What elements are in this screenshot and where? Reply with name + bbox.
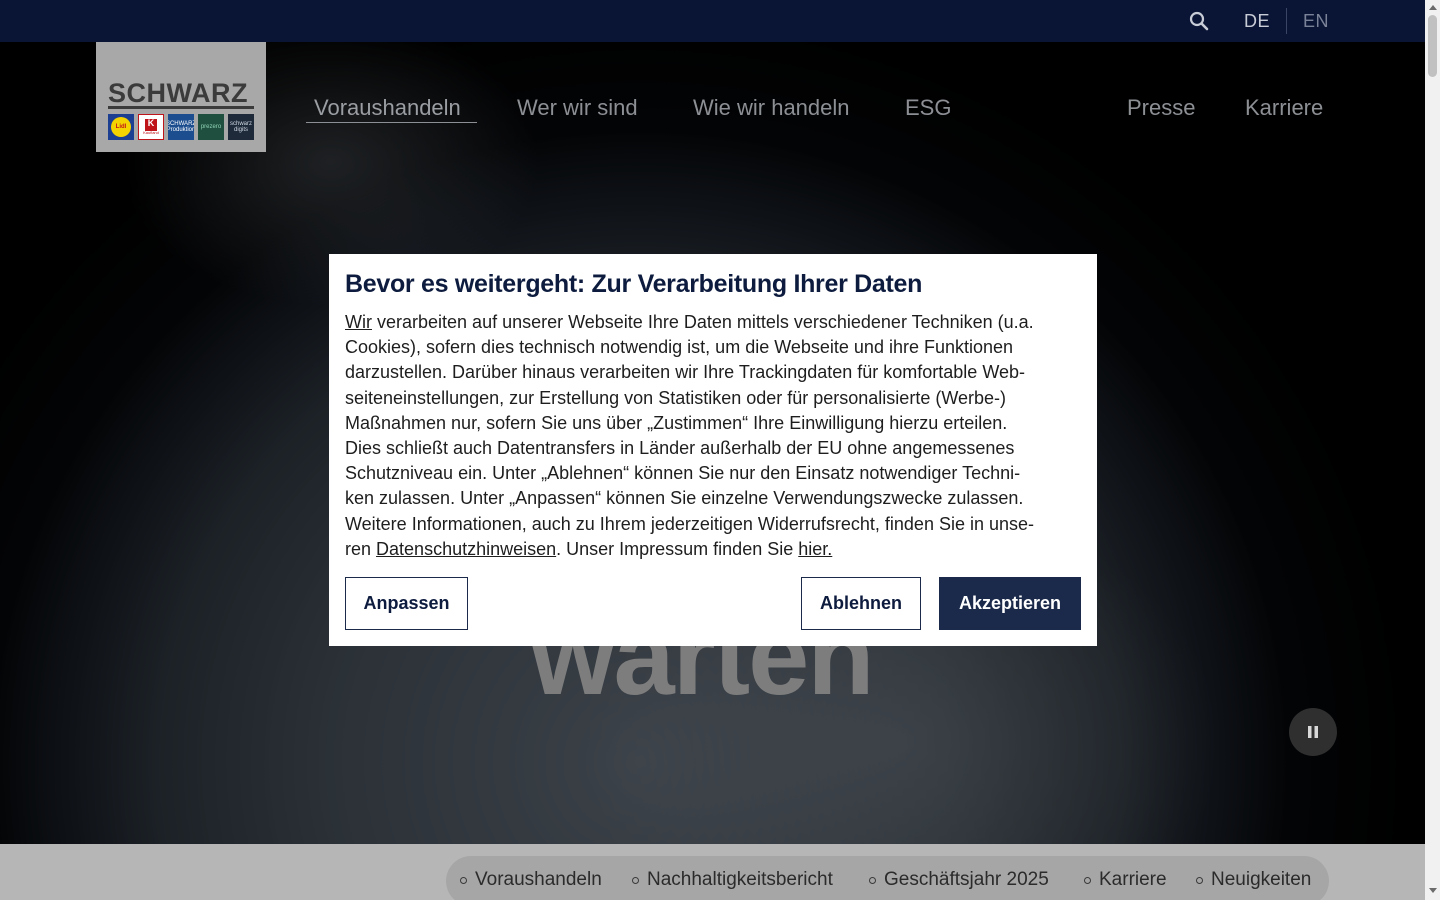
pause-icon [1308, 726, 1318, 738]
customize-button[interactable]: Anpassen [345, 577, 468, 630]
kaufland-logo: K Kaufland [138, 114, 164, 140]
scrollbar-thumb[interactable] [1428, 15, 1437, 77]
scroll-up-arrow-icon[interactable] [1429, 5, 1437, 10]
nav-item-voraushandeln[interactable]: Voraushandeln [314, 95, 461, 121]
scroll-down-arrow-icon[interactable] [1429, 888, 1437, 893]
quicknav-voraushandeln[interactable]: Voraushandeln [460, 869, 602, 891]
consent-link-wir[interactable]: Wir [345, 312, 372, 332]
reject-button[interactable]: Ablehnen [801, 577, 921, 630]
schwarz-digits-logo: schwarz digits [228, 114, 254, 140]
search-icon[interactable] [1187, 9, 1211, 33]
page-scrollbar[interactable] [1425, 0, 1440, 900]
prezero-logo: prezero [198, 114, 224, 140]
quicknav-nachhaltigkeitsbericht[interactable]: Nachhaltigkeitsbericht [632, 869, 833, 891]
nav-active-underline [306, 122, 477, 123]
cookie-consent-dialog: Bevor es weitergeht: Zur Verarbeitung Ih… [329, 254, 1097, 646]
brand-logos: Lidl KKaufland SCHWARZ Produktion prezer… [108, 114, 254, 140]
video-pause-button[interactable] [1289, 708, 1337, 756]
quicknav-neuigkeiten[interactable]: Neuigkeiten [1195, 869, 1311, 891]
lidl-logo: Lidl [108, 114, 134, 140]
privacy-policy-link[interactable]: Datenschutzhinweisen [376, 539, 556, 559]
quicknav-karriere[interactable]: Karriere [1084, 869, 1167, 891]
accept-button[interactable]: Akzeptieren [939, 577, 1081, 630]
imprint-link[interactable]: hier. [798, 539, 832, 559]
quicknav-geschaeftsjahr[interactable]: Geschäftsjahr 2025 [869, 869, 1049, 891]
language-en[interactable]: EN [1303, 11, 1329, 32]
logo-divider [108, 106, 254, 109]
nav-item-presse[interactable]: Presse [1127, 95, 1195, 121]
consent-title: Bevor es weitergeht: Zur Verarbeitung Ih… [345, 270, 923, 298]
language-divider [1286, 8, 1287, 34]
schwarz-produktion-logo: SCHWARZ Produktion [168, 114, 194, 140]
nav-item-wie-wir-handeln[interactable]: Wie wir handeln [693, 95, 850, 121]
nav-item-karriere[interactable]: Karriere [1245, 95, 1323, 121]
schwarz-logo[interactable]: SCHWARZ Lidl KKaufland SCHWARZ Produktio… [96, 42, 266, 152]
top-utility-bar: DE EN [0, 0, 1425, 42]
nav-item-wer-wir-sind[interactable]: Wer wir sind [517, 95, 638, 121]
consent-body: Wir verarbeiten auf unserer Webseite Ihr… [345, 312, 1035, 559]
language-de[interactable]: DE [1244, 11, 1270, 32]
nav-item-esg[interactable]: ESG [905, 95, 951, 121]
logo-wordmark: SCHWARZ [108, 78, 248, 108]
